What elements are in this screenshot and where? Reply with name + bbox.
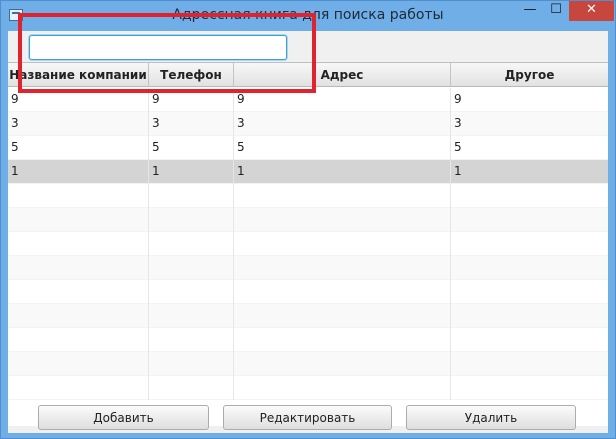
cell-company (8, 208, 149, 232)
cell-phone: 5 (149, 136, 234, 160)
cell-company (8, 376, 149, 400)
cell-phone (149, 184, 234, 208)
search-input[interactable] (29, 35, 287, 60)
cell-address (234, 328, 451, 352)
cell-address (234, 352, 451, 376)
cell-company (8, 352, 149, 376)
cell-company: 3 (8, 112, 149, 136)
cell-company: 9 (8, 88, 149, 112)
add-button[interactable]: Добавить (38, 405, 209, 430)
cell-address: 3 (234, 112, 451, 136)
cell-other (451, 280, 608, 304)
delete-button[interactable]: Удалить (406, 405, 576, 430)
window-content: Название компании Телефон Адрес Другое 9… (8, 31, 608, 433)
cell-other (451, 232, 608, 256)
empty-table-row[interactable] (8, 232, 608, 256)
table-body: 9999333355551111 (8, 88, 608, 400)
cell-company (8, 328, 149, 352)
empty-table-row[interactable] (8, 280, 608, 304)
table-header: Название компании Телефон Адрес Другое (8, 63, 608, 87)
cell-company (8, 256, 149, 280)
cell-address (234, 304, 451, 328)
cell-address (234, 256, 451, 280)
minimize-button[interactable]: — (517, 1, 543, 21)
cell-address (234, 184, 451, 208)
table-row[interactable]: 1111 (8, 160, 608, 184)
cell-other (451, 256, 608, 280)
cell-address: 5 (234, 136, 451, 160)
cell-phone: 3 (149, 112, 234, 136)
cell-company (8, 232, 149, 256)
cell-other (451, 328, 608, 352)
cell-phone: 9 (149, 88, 234, 112)
empty-table-row[interactable] (8, 352, 608, 376)
cell-other: 5 (454, 140, 462, 154)
empty-table-row[interactable] (8, 256, 608, 280)
cell-company (8, 304, 149, 328)
empty-table-row[interactable] (8, 328, 608, 352)
empty-table-row[interactable] (8, 376, 608, 400)
cell-phone (149, 304, 234, 328)
cell-address (234, 280, 451, 304)
title-bar[interactable]: Адрессная книга для поиска работы — ☐ ✕ (1, 1, 615, 31)
cell-other (451, 304, 608, 328)
cell-phone (149, 280, 234, 304)
table-row[interactable]: 5555 (8, 136, 608, 160)
cell-other (451, 352, 608, 376)
companies-table: Название компании Телефон Адрес Другое 9… (8, 62, 608, 426)
app-window: Адрессная книга для поиска работы — ☐ ✕ … (0, 0, 616, 439)
column-header-company[interactable]: Название компании (8, 63, 149, 87)
cell-other (451, 208, 608, 232)
column-header-address[interactable]: Адрес (234, 63, 451, 87)
close-button[interactable]: ✕ (569, 1, 614, 21)
cell-other (451, 184, 608, 208)
cell-phone (149, 232, 234, 256)
cell-address: 9 (234, 88, 451, 112)
cell-company: 5 (8, 136, 149, 160)
empty-table-row[interactable] (8, 184, 608, 208)
cell-phone (149, 208, 234, 232)
column-header-phone[interactable]: Телефон (149, 63, 234, 87)
empty-table-row[interactable] (8, 304, 608, 328)
empty-table-row[interactable] (8, 208, 608, 232)
cell-phone (149, 328, 234, 352)
cell-other: 3 (454, 116, 462, 130)
cell-phone (149, 256, 234, 280)
cell-company: 1 (8, 160, 149, 184)
cell-company (8, 280, 149, 304)
cell-phone (149, 376, 234, 400)
cell-address (234, 232, 451, 256)
table-row[interactable]: 3333 (8, 112, 608, 136)
column-header-other[interactable]: Другое (451, 63, 608, 87)
edit-button[interactable]: Редактировать (223, 405, 392, 430)
cell-phone (149, 352, 234, 376)
cell-other: 1 (454, 164, 462, 178)
cell-other: 9 (454, 92, 462, 106)
cell-address (234, 376, 451, 400)
cell-company (8, 184, 149, 208)
maximize-button[interactable]: ☐ (543, 1, 569, 21)
cell-address: 1 (234, 160, 451, 184)
cell-other (451, 376, 608, 400)
cell-address (234, 208, 451, 232)
table-row[interactable]: 9999 (8, 88, 608, 112)
cell-phone: 1 (149, 160, 234, 184)
